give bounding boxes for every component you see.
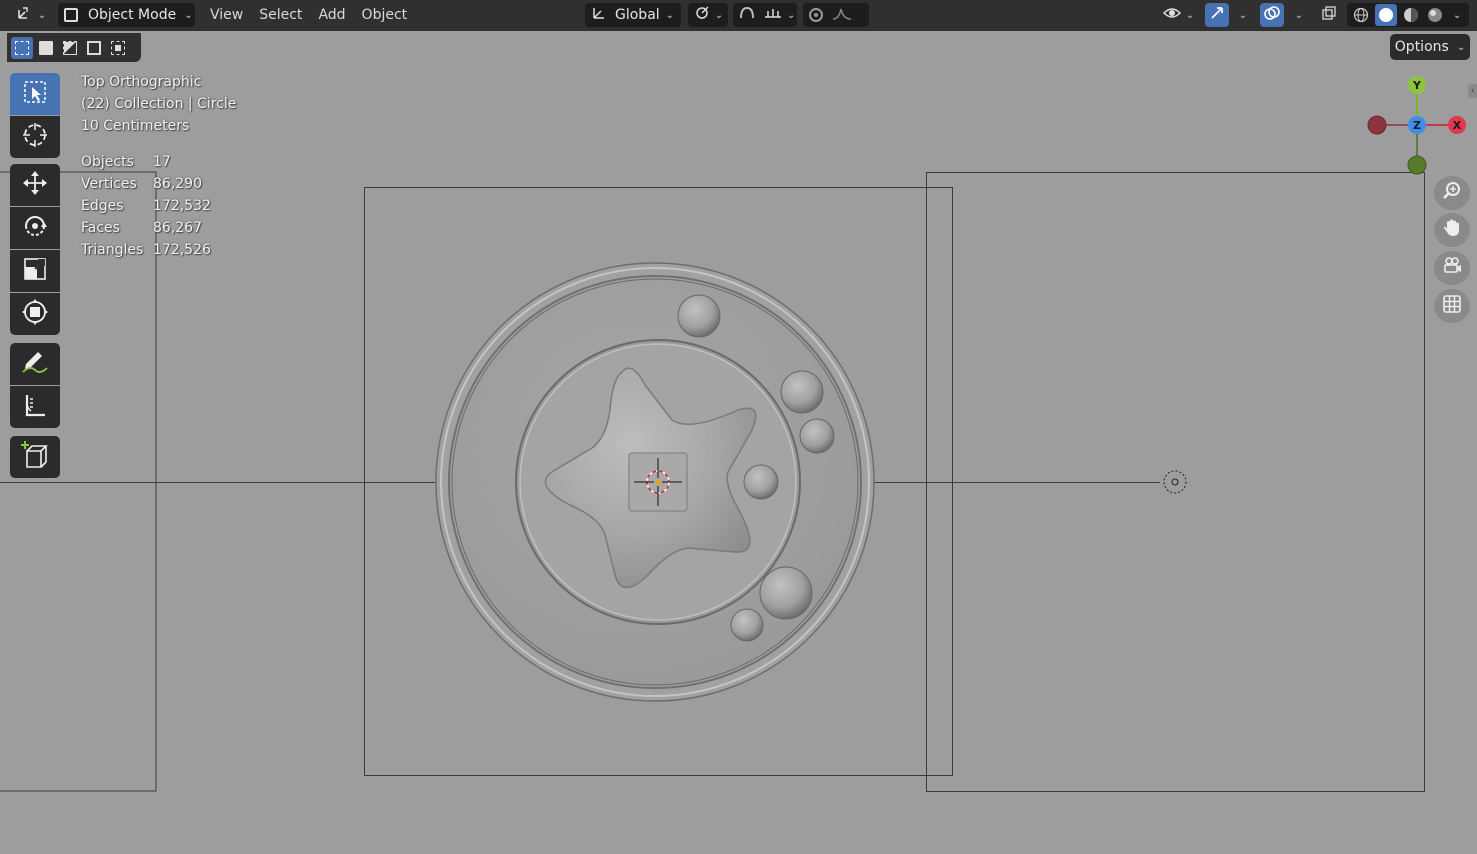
shading-mode-group: ⌄ [1347,3,1469,27]
gizmo-z-label: Z [1413,118,1421,132]
chevron-down-icon: ⌄ [184,9,193,21]
editor-type-button[interactable]: ⌄ [12,3,50,27]
proportional-edit-icon[interactable] [809,8,823,22]
chevron-down-icon: ⌄ [1294,9,1304,21]
annotate-tool[interactable] [10,343,60,385]
mode-dropdown[interactable]: Object Mode ⌄ [58,3,195,27]
hand-icon [1441,217,1463,243]
grid-scale-label: 10 Centimeters [81,118,190,134]
select-box-icon [22,79,48,109]
orientation-icon [591,5,607,25]
zoom-button[interactable] [1434,176,1470,210]
add-cube-icon [20,440,50,474]
xray-icon [1321,5,1337,25]
chevron-down-icon[interactable]: ⌄ [1453,10,1461,21]
overlays-toggle-button[interactable] [1260,3,1284,27]
gizmo-z-axis[interactable]: Z [1408,116,1426,134]
transform-icon [21,298,49,330]
xray-toggle-button[interactable] [1317,3,1341,27]
stat-value: 17 [153,154,171,170]
menu-add[interactable]: Add [310,3,353,27]
cursor-tool[interactable] [10,116,60,158]
orientation-dropdown[interactable]: Global ⌄ [585,3,681,27]
zoom-icon [1441,180,1463,206]
visibility-dropdown[interactable]: ⌄ [1158,3,1198,27]
object-mode-icon [64,8,78,22]
rotate-tool[interactable] [10,207,60,249]
measure-tool[interactable] [10,386,60,428]
pivot-dropdown[interactable]: ⌄ [688,3,728,27]
gizmo-neg-y[interactable] [1407,155,1427,175]
header-menus: View Select Add Object [202,3,415,27]
eye-icon [1162,5,1182,25]
material-preview-icon[interactable] [1401,5,1421,25]
scale-tool[interactable] [10,250,60,292]
chevron-down-icon: ⌄ [1238,9,1248,21]
rotate-icon [21,212,49,244]
stat-label: Edges [81,198,124,214]
overlays-dropdown[interactable]: ⌄ [1286,3,1308,27]
menu-object[interactable]: Object [354,3,416,27]
add-cube-tool[interactable] [10,436,60,478]
pivot-icon [693,5,711,25]
gizmo-dropdown[interactable]: ⌄ [1230,3,1252,27]
gizmo-x-label: X [1452,118,1462,132]
gizmo-neg-x[interactable] [1367,115,1387,135]
stat-label: Vertices [81,176,137,192]
stat-label: Objects [81,154,134,170]
view-name: Top Orthographic [81,74,202,90]
snap-toggle-icon[interactable] [737,5,757,25]
snap-group: ⌄ [733,3,797,27]
pan-button[interactable] [1434,213,1470,247]
mode-label: Object Mode [88,7,177,23]
grid-icon [1441,293,1463,319]
gizmo-y-label: Y [1413,78,1421,92]
move-tool[interactable] [10,164,60,206]
orientation-label: Global [615,7,660,23]
stat-value: 86,290 [153,176,202,192]
annotate-pencil-icon [20,348,50,380]
viewport-icon [16,5,34,25]
gizmo-x-axis[interactable]: X [1448,116,1466,134]
collection-label: (22) Collection | Circle [81,96,237,112]
stat-label: Faces [81,220,120,236]
viewport-header: ⌄ Object Mode ⌄ View Select Add Object G… [0,0,1477,31]
stat-label: Triangles [81,242,144,258]
chevron-down-icon: ⌄ [665,9,675,21]
sidebar-toggle-icon[interactable]: ‹ [1468,84,1477,98]
cursor-icon [21,121,49,153]
scale-icon [21,255,49,287]
chevron-down-icon: ⌄ [714,9,724,21]
chevron-down-icon: ⌄ [37,9,47,21]
transform-tool[interactable] [10,293,60,335]
gizmo-toggle-button[interactable] [1205,3,1229,27]
ortho-toggle-button[interactable] [1434,289,1470,323]
stat-value: 86,267 [153,220,202,236]
rendered-shading-icon[interactable] [1425,5,1445,25]
move-icon [21,169,49,201]
viewport-canvas[interactable] [0,31,1477,854]
chevron-down-icon: ⌄ [1185,9,1195,21]
gizmo-icon [1209,5,1225,25]
proportional-edit-group [803,3,869,27]
falloff-curve-icon[interactable] [831,5,853,25]
overlays-icon [1263,5,1281,25]
wireframe-shading-icon[interactable] [1351,5,1371,25]
light-object[interactable] [1163,470,1187,494]
gizmo-y-axis[interactable]: Y [1408,76,1426,94]
menu-view[interactable]: View [202,3,251,27]
camera-view-button[interactable] [1434,251,1470,285]
menu-select[interactable]: Select [251,3,310,27]
stat-value: 172,526 [153,242,211,258]
snap-target-icon[interactable] [763,5,783,25]
ruler-icon [21,391,49,423]
solid-shading-icon[interactable] [1375,4,1397,26]
camera-icon [1441,255,1463,281]
select-box-tool[interactable] [10,73,60,115]
stat-value: 172,532 [153,198,211,214]
chevron-down-icon[interactable]: ⌄ [787,10,795,21]
